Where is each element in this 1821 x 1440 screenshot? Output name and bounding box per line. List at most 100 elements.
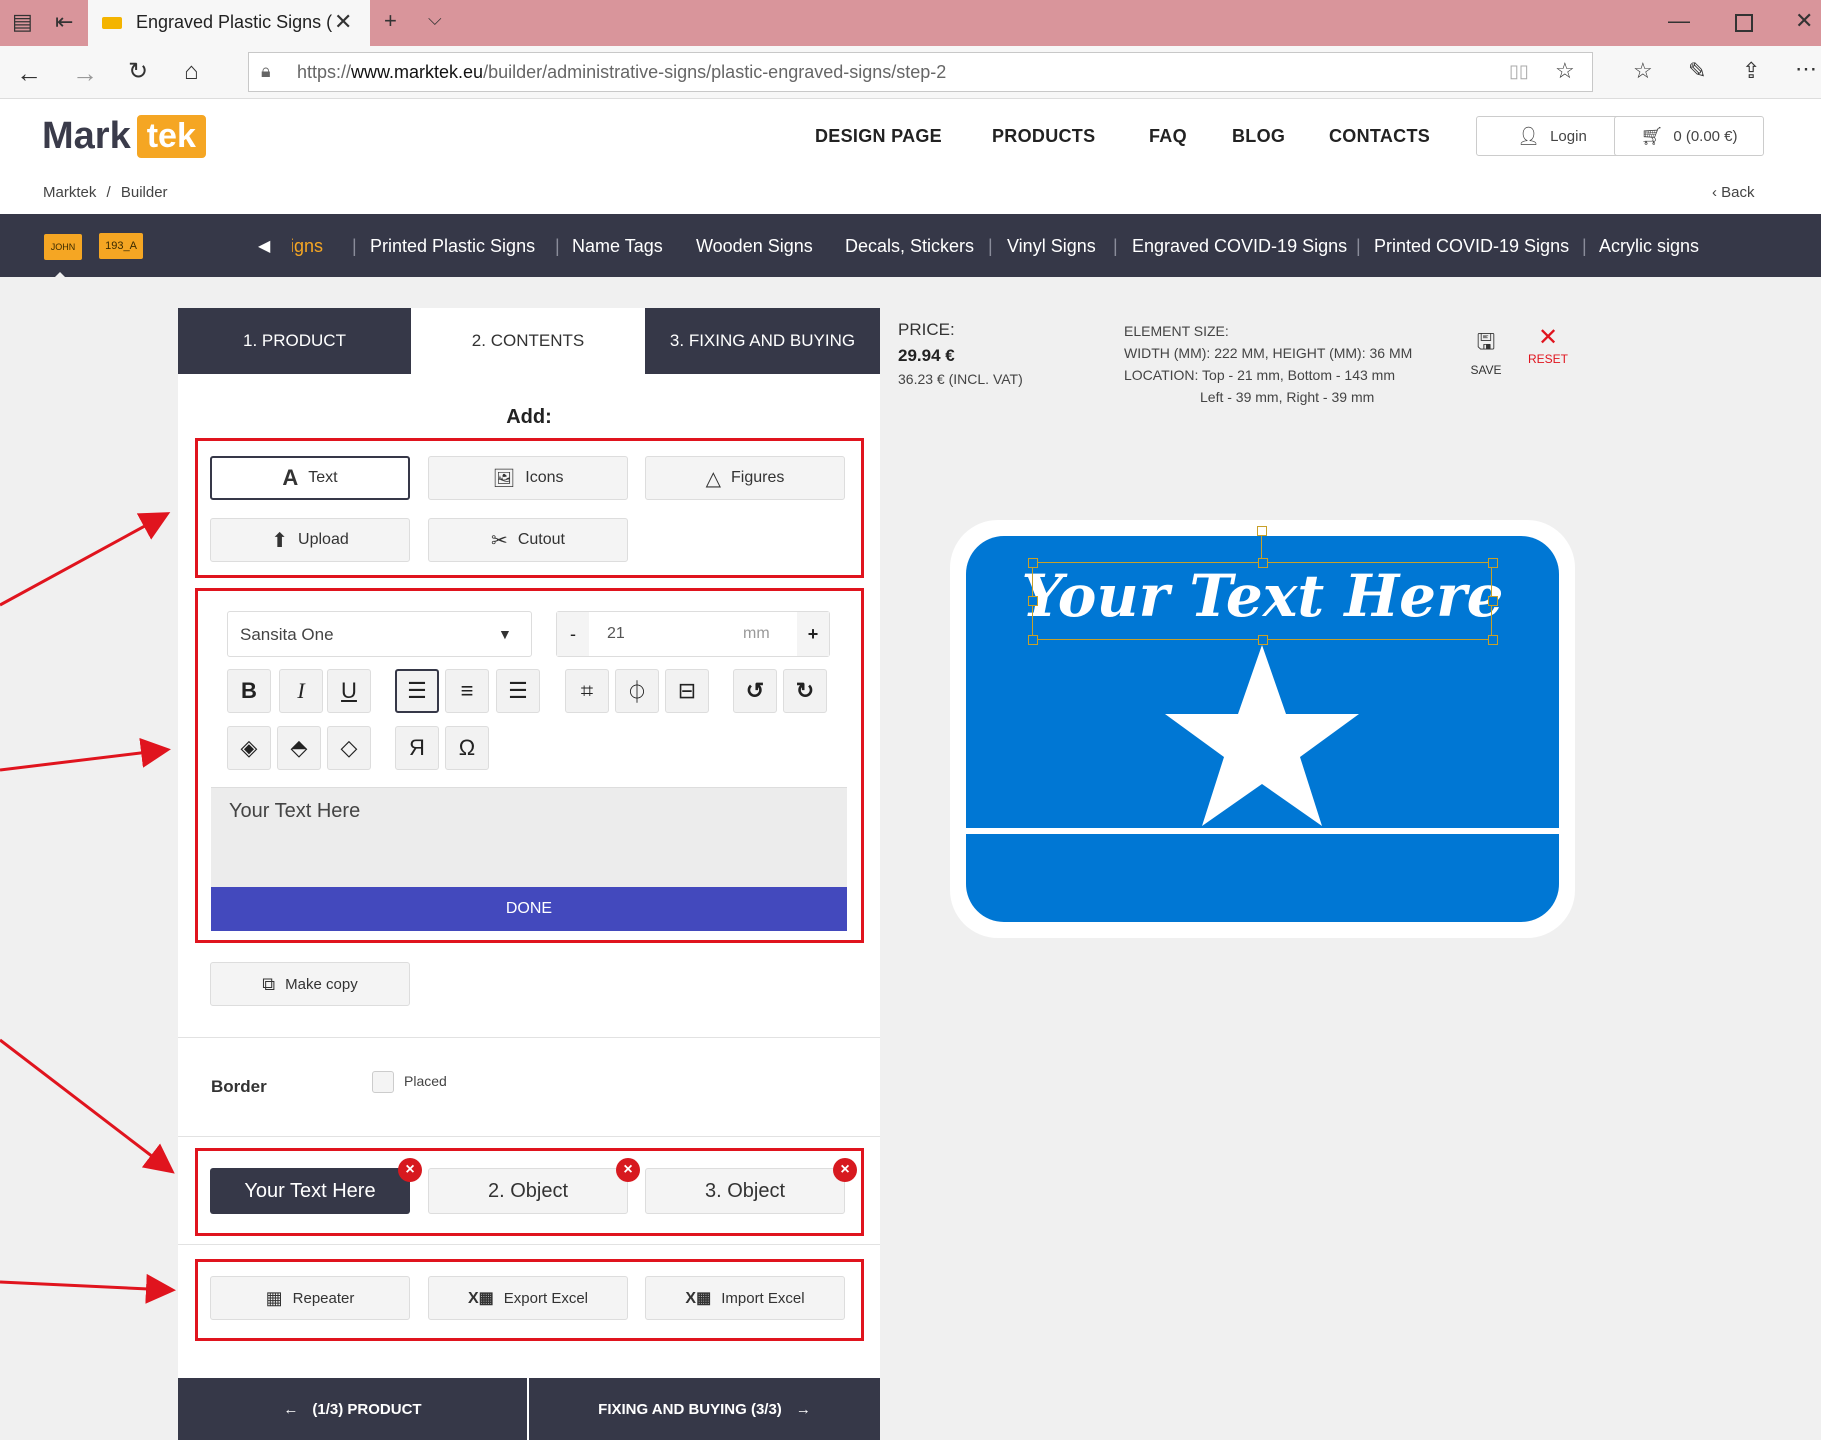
nav-blog[interactable]: BLOG [1232,126,1285,147]
scroll-left-icon[interactable]: ◀ [258,236,270,256]
align-left-icon[interactable]: ☰ [395,669,439,713]
back-label: Back [1721,184,1755,201]
resize-handle[interactable] [1488,596,1498,606]
prev-step-button[interactable]: ← (1/3) PRODUCT [178,1378,527,1440]
category-printed-covid[interactable]: Printed COVID-19 Signs [1374,236,1569,257]
size-input[interactable]: 21 [607,625,625,643]
tab-list-icon[interactable]: ▤ [12,11,33,33]
recent-design-john[interactable]: JOHN [44,234,82,260]
nav-products[interactable]: PRODUCTS [992,126,1095,147]
center-horizontal-icon[interactable]: ⊟ [665,669,709,713]
category-acrylic[interactable]: Acrylic signs [1599,236,1699,257]
resize-handle[interactable] [1028,635,1038,645]
reset-button[interactable]: ✕ RESET [1522,323,1574,366]
pen-icon[interactable]: ✎ [1688,60,1706,82]
italic-icon[interactable]: I [279,669,323,713]
underline-icon[interactable]: U [327,669,371,713]
nav-contacts[interactable]: CONTACTS [1329,126,1430,147]
align-center-icon[interactable]: ≡ [445,669,489,713]
category-vinyl[interactable]: Vinyl Signs [1007,236,1096,257]
more-menu-icon[interactable]: ⋯ [1795,58,1817,80]
special-character-icon[interactable]: Ω [445,726,489,770]
category-printed-plastic[interactable]: Printed Plastic Signs [370,236,535,257]
maximize-icon[interactable] [1735,14,1753,32]
save-button[interactable]: 🖫︎ SAVE [1462,325,1510,377]
delete-object-2-icon[interactable]: × [616,1158,640,1182]
favorites-list-icon[interactable]: ☆ [1633,60,1653,82]
make-copy-button[interactable]: ⧉ Make copy [210,962,410,1006]
rotate-handle[interactable] [1257,526,1267,536]
upload-button[interactable]: ⬆ Upload [210,518,410,562]
resize-handle[interactable] [1488,558,1498,568]
back-link[interactable]: ‹ Back [1712,184,1755,201]
done-button[interactable]: DONE [211,887,847,931]
favorite-star-icon[interactable]: ☆ [1555,58,1575,84]
close-tab-icon[interactable]: ✕ [334,9,352,35]
text-content-field[interactable]: Your Text Here [211,787,847,888]
add-figures-button[interactable]: △ Figures [645,456,845,500]
border-checkbox[interactable] [372,1071,394,1093]
url-field[interactable]: 🔒︎ https://www.marktek.eu/builder/admini… [248,52,1593,92]
back-icon[interactable]: ← [16,60,42,86]
recent-design-193a[interactable]: 193_A [99,233,143,259]
redo-icon[interactable]: ↻ [783,669,827,713]
mirror-text-icon[interactable]: Я [395,726,439,770]
resize-handle[interactable] [1258,558,1268,568]
cutout-button[interactable]: ✂ Cutout [428,518,628,562]
import-excel-button[interactable]: X▦ Import Excel [645,1276,845,1320]
tab-contents[interactable]: 2. CONTENTS [411,308,645,374]
center-both-icon[interactable]: ⌗ [565,669,609,713]
set-tabs-aside-icon[interactable]: ⇤ [55,11,73,33]
forward-icon[interactable]: → [72,60,98,86]
chevron-left-icon: ‹ [1712,184,1717,201]
delete-object-3-icon[interactable]: × [833,1158,857,1182]
size-increase-button[interactable]: + [797,612,829,656]
tab-product[interactable]: 1. PRODUCT [178,308,411,374]
add-text-button[interactable]: A Text [210,456,410,500]
category-signs[interactable]: Signs [292,236,335,257]
tab-dropdown-icon[interactable]: ⌵ [428,10,442,28]
browser-tab[interactable]: Engraved Plastic Signs ( ✕ [88,0,370,46]
export-excel-button[interactable]: X▦ Export Excel [428,1276,628,1320]
bold-icon[interactable]: B [227,669,271,713]
reading-view-icon[interactable]: ▯▯ [1509,61,1529,82]
add-icons-button[interactable]: 🖼︎ Icons [428,456,628,500]
logo[interactable]: Mark tek [42,112,206,160]
new-tab-icon[interactable]: + [384,10,397,32]
object-tab-1[interactable]: Your Text Here [210,1168,410,1214]
share-icon[interactable]: ⇪ [1742,60,1760,82]
nav-faq[interactable]: FAQ [1149,126,1187,147]
size-decrease-button[interactable]: - [557,612,589,656]
align-right-icon[interactable]: ☰ [496,669,540,713]
next-step-button[interactable]: FIXING AND BUYING (3/3) → [529,1378,880,1440]
star-icon[interactable] [1162,640,1362,830]
cart-button[interactable]: 🛒︎ 0 (0.00 €) [1614,116,1764,156]
nav-design-page[interactable]: DESIGN PAGE [815,126,942,147]
badge-john-label: JOHN [50,242,76,252]
delete-object-1-icon[interactable]: × [398,1158,422,1182]
home-icon[interactable]: ⌂ [184,60,199,84]
repeater-button[interactable]: ▦ Repeater [210,1276,410,1320]
refresh-icon[interactable]: ↻ [128,60,148,84]
category-signs-label: Signs [292,236,324,256]
font-select[interactable]: Sansita One ▼ [227,611,532,657]
undo-icon[interactable]: ↺ [733,669,777,713]
category-name-tags[interactable]: Name Tags [572,236,663,257]
category-decals[interactable]: Decals, Stickers [845,236,974,257]
minimize-icon[interactable]: — [1668,10,1690,32]
layer-front-icon[interactable]: ◈ [227,726,271,770]
resize-handle[interactable] [1028,558,1038,568]
resize-handle[interactable] [1028,596,1038,606]
resize-handle[interactable] [1488,635,1498,645]
layer-back-icon[interactable]: ◇ [327,726,371,770]
object-tab-2[interactable]: 2. Object [428,1168,628,1214]
layer-forward-icon[interactable]: ⬘ [277,726,321,770]
close-window-icon[interactable]: ✕ [1795,10,1813,32]
login-button[interactable]: 👤︎ Login [1476,116,1628,156]
category-engraved-covid[interactable]: Engraved COVID-19 Signs [1132,236,1347,257]
object-tab-3[interactable]: 3. Object [645,1168,845,1214]
breadcrumb-home[interactable]: Marktek [43,184,96,201]
tab-fixing-buying[interactable]: 3. FIXING AND BUYING [645,308,880,374]
center-vertical-icon[interactable]: ⏀ [615,669,659,713]
category-wooden[interactable]: Wooden Signs [696,236,813,257]
